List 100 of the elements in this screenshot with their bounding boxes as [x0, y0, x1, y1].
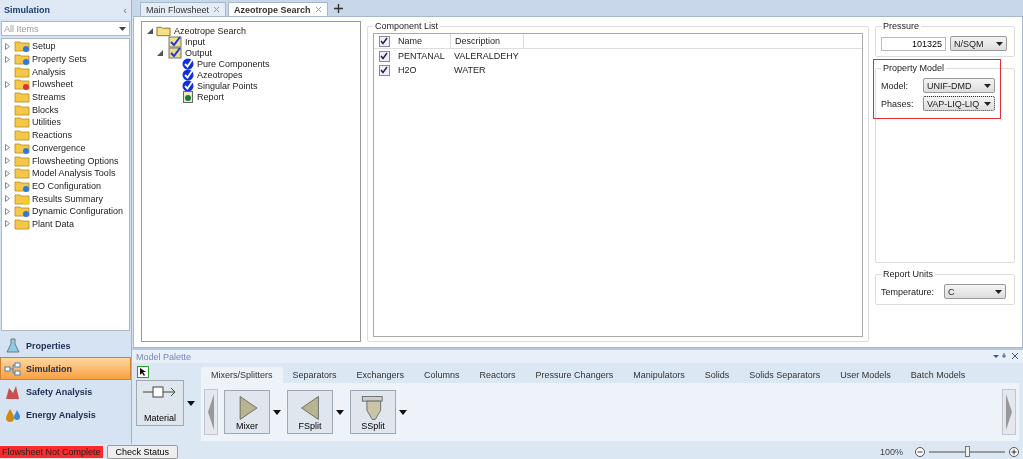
stream-icon: [143, 385, 177, 399]
expand-icon[interactable]: [4, 80, 10, 88]
option-dropdown[interactable]: UNIF-DMD: [923, 78, 995, 93]
folder-icon: [14, 129, 30, 142]
tree-item[interactable]: Input: [185, 36, 206, 47]
document-tab[interactable]: Azeotrope Search: [228, 2, 328, 16]
document-tab[interactable]: Main Flowsheet: [140, 2, 227, 16]
dropdown-arrow-icon: [984, 101, 991, 106]
zoom-in-icon[interactable]: [1009, 446, 1019, 457]
field-label: Model:: [881, 80, 909, 91]
option-dropdown[interactable]: VAP-LIQ-LIQ: [923, 96, 995, 111]
tree-item[interactable]: Results Summary: [32, 193, 103, 204]
caret-icon[interactable]: [399, 409, 407, 415]
check-status-button[interactable]: Check Status: [106, 444, 179, 459]
palette-tab[interactable]: Separators: [282, 367, 347, 383]
collapse-triangle-icon[interactable]: [147, 27, 153, 34]
folder-icon: [14, 205, 30, 218]
navigation-button[interactable]: Simulation: [0, 357, 131, 380]
checkmark-icon: [182, 79, 194, 92]
palette-tab[interactable]: Solids Separators: [739, 367, 831, 383]
folder-icon: [14, 141, 30, 154]
tree-item[interactable]: EO Configuration: [32, 180, 102, 191]
window-controls-icon[interactable]: [993, 353, 1019, 360]
group-title: Report Units: [882, 269, 935, 279]
material-stream-button[interactable]: Material: [136, 380, 184, 426]
tree-item[interactable]: Plant Data: [32, 218, 75, 229]
pressure-field[interactable]: 101325: [881, 36, 946, 51]
caret-icon[interactable]: [187, 400, 195, 406]
tree-item[interactable]: Singular Points: [197, 80, 258, 91]
tree-item[interactable]: Utilities: [32, 117, 61, 128]
tree-item[interactable]: Reactions: [32, 130, 73, 141]
tree-item[interactable]: Azeotrope Search: [174, 25, 247, 36]
folder-icon: [14, 217, 30, 230]
dropdown-arrow-icon: [984, 83, 991, 88]
palette-tab[interactable]: Reactors: [469, 367, 526, 383]
navigation-button[interactable]: Properties: [0, 334, 131, 357]
palette-tab[interactable]: User Models: [830, 367, 901, 383]
tree-item[interactable]: Output: [185, 47, 213, 58]
folder-icon: [14, 40, 30, 53]
unit-dropdown[interactable]: N/SQM: [950, 36, 1007, 51]
caret-icon[interactable]: [336, 409, 344, 415]
left-arrow-icon: [207, 392, 215, 432]
zoom-level: 100%: [879, 446, 903, 457]
checkbox[interactable]: [378, 50, 390, 62]
palette-tab[interactable]: Exchangers: [346, 367, 415, 383]
zoom-out-icon[interactable]: [915, 446, 925, 457]
caret-icon[interactable]: [273, 409, 281, 415]
tree-item[interactable]: Convergence: [32, 142, 86, 153]
tree-item[interactable]: Flowsheeting Options: [32, 155, 119, 166]
palette-tab[interactable]: Solids: [694, 367, 740, 383]
collapse-button[interactable]: ‹: [123, 3, 127, 16]
tree-item[interactable]: Blocks: [32, 104, 59, 115]
table-cell-text: WATER: [453, 65, 487, 75]
table-cell-text: PENTANAL: [397, 51, 446, 61]
folder-icon: [14, 78, 30, 91]
slider-thumb[interactable]: [965, 445, 970, 457]
model-button[interactable]: FSplit: [287, 390, 333, 434]
checkbox[interactable]: [378, 64, 390, 76]
dropdown-arrow-icon: [995, 289, 1003, 294]
table-cell-text: VALERALDEHY: [453, 51, 520, 61]
tree-item[interactable]: Report: [197, 91, 224, 102]
palette-tab[interactable]: Columns: [414, 367, 470, 383]
scroll-right-button[interactable]: [1002, 389, 1016, 435]
checked-form-icon: [168, 46, 182, 59]
navigation-button[interactable]: Safety Analysis: [0, 380, 131, 403]
tree-item[interactable]: Analysis: [32, 66, 66, 77]
checkmark-icon: [182, 57, 194, 70]
palette-tab[interactable]: Manipulators: [623, 367, 695, 383]
temperature-dropdown[interactable]: C: [944, 284, 1007, 299]
navigation-button[interactable]: Energy Analysis: [0, 403, 131, 426]
folder-icon: [14, 167, 30, 180]
collapse-triangle-icon[interactable]: [157, 49, 163, 56]
palette-tab[interactable]: Batch Models: [900, 367, 976, 383]
table-cell-text: H2O: [397, 65, 418, 75]
pointer-tool-icon[interactable]: [137, 366, 149, 378]
tree-item[interactable]: Model Analysis Tools: [32, 168, 116, 179]
add-tab-icon[interactable]: [333, 4, 343, 13]
model-button[interactable]: Mixer: [224, 390, 270, 434]
palette-title: Model Palette: [136, 351, 192, 362]
tree-item[interactable]: Pure Components: [197, 58, 270, 69]
folder-icon: [14, 91, 30, 104]
checked-form-icon: [168, 35, 182, 48]
model-button[interactable]: SSplit: [350, 390, 396, 434]
checkbox[interactable]: [378, 35, 390, 47]
palette-tab[interactable]: Pressure Changers: [525, 367, 624, 383]
palette-tab[interactable]: Mixers/Splitters: [201, 367, 283, 383]
close-icon[interactable]: [213, 6, 221, 13]
scroll-left-button[interactable]: [204, 389, 218, 435]
report-icon: [182, 90, 194, 103]
tree-item[interactable]: Property Sets: [32, 54, 87, 65]
tree-item[interactable]: Azeotropes: [197, 69, 243, 80]
tree-item[interactable]: Flowsheet: [32, 79, 74, 90]
tree-item[interactable]: Setup: [32, 41, 56, 52]
section-icon: [4, 337, 22, 354]
tree-item[interactable]: Dynamic Configuration: [32, 206, 124, 217]
column-header[interactable]: Description: [451, 34, 524, 48]
close-icon[interactable]: [314, 6, 322, 13]
folder-icon: [14, 192, 30, 205]
column-header[interactable]: Name: [394, 34, 451, 48]
tree-item[interactable]: Streams: [32, 92, 66, 103]
